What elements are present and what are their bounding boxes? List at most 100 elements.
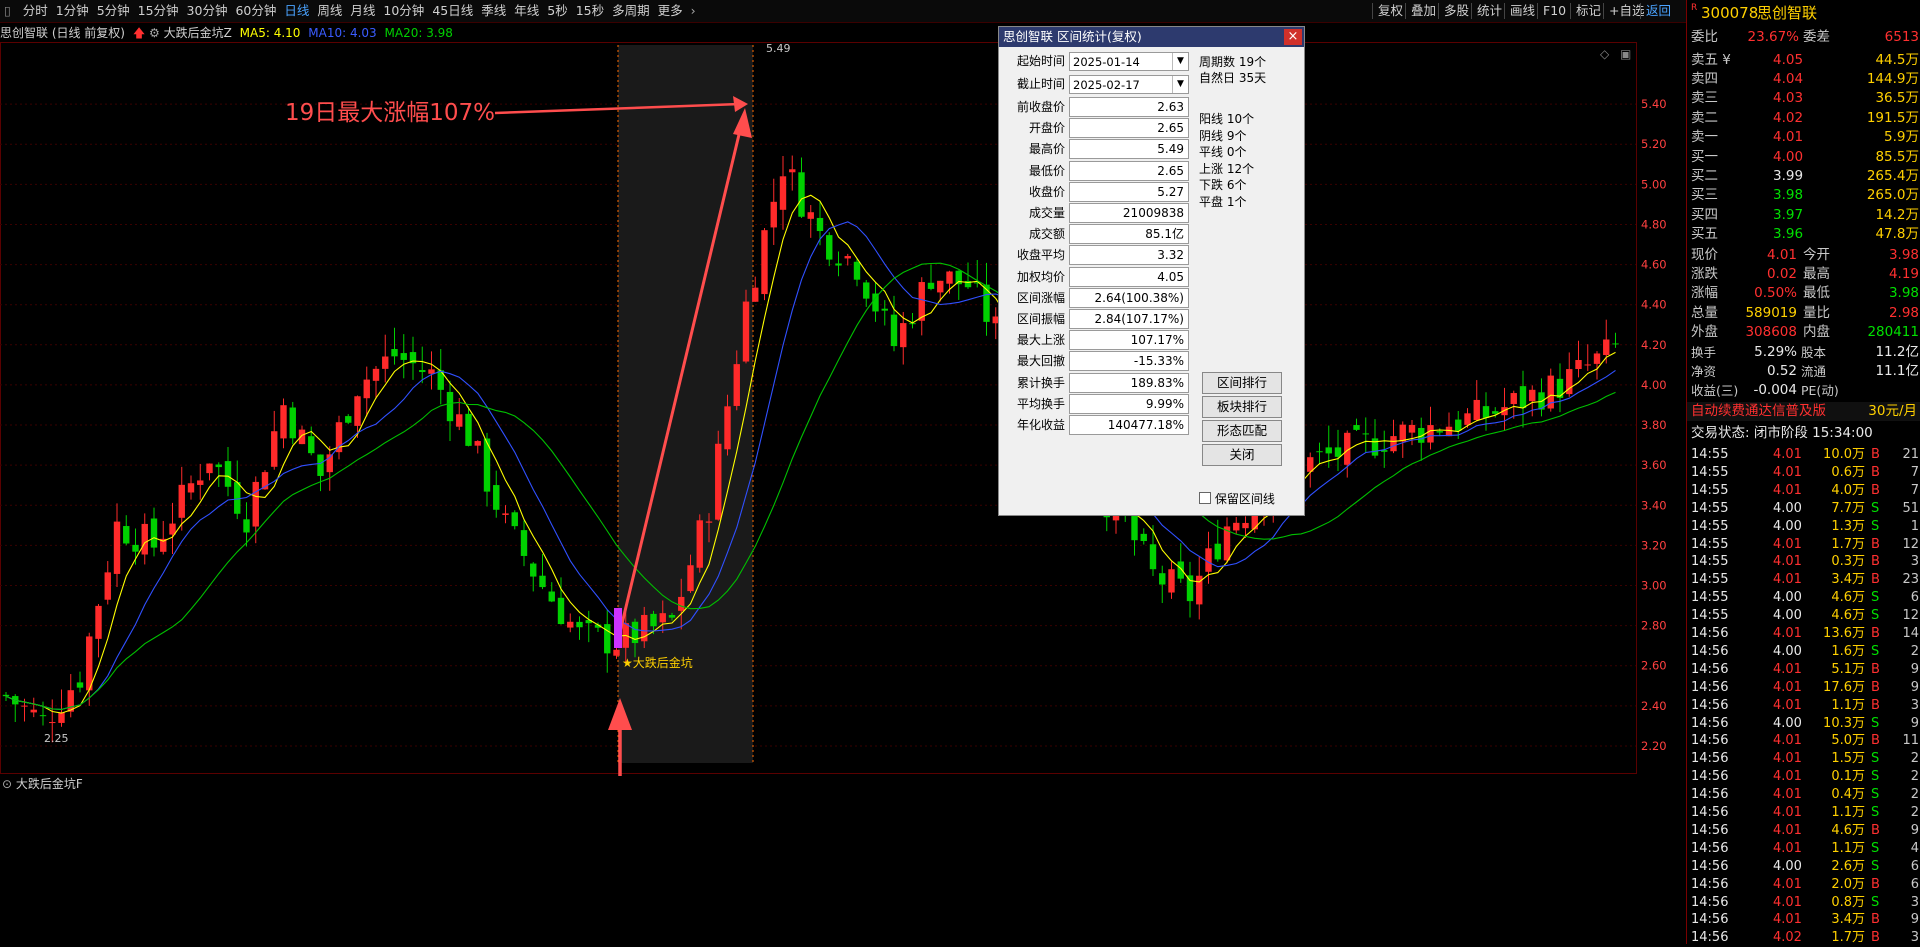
timeframe-15[interactable]: 多周期 — [608, 0, 654, 22]
settings-icon[interactable]: ⚙ — [149, 26, 160, 40]
field-value[interactable]: 2.84(107.17%) — [1069, 309, 1189, 329]
ask-volume: 5.9万 — [1884, 128, 1919, 145]
field-value[interactable]: 9.99% — [1069, 393, 1189, 414]
kline-chart[interactable]: 5.40 5.20 5.00 4.80 4.60 4.40 4.20 4.00 3.80 3.60… — [0, 42, 1686, 776]
field-value[interactable]: 2.65 — [1069, 160, 1189, 181]
end-time-select[interactable]: 2025-02-17 ▼ — [1069, 75, 1189, 94]
candle-body — [215, 464, 222, 468]
tick-price: 4.01 — [1773, 769, 1802, 785]
signal-bar — [614, 608, 622, 648]
candle-body — [197, 480, 204, 485]
field-value[interactable]: 5.49 — [1069, 139, 1189, 160]
tool-2[interactable]: 多股 — [1438, 3, 1474, 19]
window-icon[interactable]: ▣ — [1620, 47, 1631, 61]
candle-body — [659, 613, 666, 623]
candle-body — [474, 441, 481, 446]
stat-label: 总量 — [1691, 304, 1718, 321]
tool-4[interactable]: 画线 — [1504, 3, 1540, 19]
chevron-down-icon[interactable]: ▼ — [1172, 76, 1188, 93]
count-item: 上涨 12个 — [1199, 161, 1255, 176]
timeframe-list: 分时 1分钟 5分钟 15分钟 30分钟 60分钟 日线 周线 月线 10分钟 45日线 季线 年线 5秒… — [19, 3, 700, 18]
promo-banner[interactable]: 自动续费通达信普及版 30元/月 — [1687, 402, 1920, 421]
start-time-select[interactable]: 2025-01-14 ▼ — [1069, 52, 1189, 71]
checkbox[interactable] — [1199, 492, 1211, 504]
dialog-button-2[interactable]: 形态匹配 — [1202, 420, 1282, 442]
tick-side: B — [1871, 679, 1880, 695]
tick-time: 14:56 — [1691, 876, 1729, 892]
candle-body — [58, 712, 65, 723]
stat-label: 涨幅 — [1691, 285, 1718, 302]
tick-price: 4.00 — [1773, 518, 1802, 534]
bid-label: 买二 — [1691, 168, 1718, 185]
field-value[interactable]: 5.27 — [1069, 181, 1189, 202]
field-value[interactable]: 2.63 — [1069, 97, 1189, 117]
chevron-down-icon[interactable]: ▼ — [1172, 53, 1188, 70]
count-item: 阳线 10个 — [1199, 112, 1255, 126]
tick-row: 14:56 4.00 2.6万 S 6 — [1687, 858, 1920, 876]
field-value[interactable]: -15.33% — [1069, 351, 1189, 372]
timeframe-5[interactable]: 60分钟 — [231, 0, 280, 22]
timeframe-2[interactable]: 5分钟 — [93, 0, 134, 22]
field-value[interactable]: 107.17% — [1069, 330, 1189, 351]
count-item: 阴线 9个 — [1199, 128, 1247, 143]
timeframe-13[interactable]: 5秒 — [543, 0, 571, 22]
field-value[interactable]: 2.65 — [1069, 118, 1189, 139]
toolbar-menu-icon[interactable]: ▯ — [0, 0, 15, 22]
field-value[interactable]: 140477.18% — [1069, 415, 1189, 435]
tick-time: 14:56 — [1691, 643, 1729, 659]
stat-value: 0.02 — [1766, 266, 1797, 283]
timeframe-11[interactable]: 季线 — [477, 0, 510, 22]
timeframe-1[interactable]: 1分钟 — [52, 0, 93, 22]
tick-price: 4.01 — [1773, 876, 1802, 892]
more-menu[interactable]: 更多 — [654, 0, 687, 22]
field-value[interactable]: 3.32 — [1069, 245, 1189, 266]
sub-panel-name: 大跌后金坑F — [15, 777, 83, 791]
start-time-value: 2025-01-14 — [1073, 55, 1140, 69]
timeframe-7[interactable]: 周线 — [313, 0, 346, 22]
timeframe-12[interactable]: 年线 — [510, 0, 543, 22]
price-tick: 4.20 — [1641, 338, 1667, 352]
price-axis: 5.40 5.20 5.00 4.80 4.60 4.40 4.20 4.00 3.80 3.60… — [0, 97, 1667, 753]
timeframe-8[interactable]: 月线 — [346, 0, 379, 22]
ask-row: 卖五 ¥ 4.05 44.5万 — [1687, 51, 1920, 70]
field-value[interactable]: 21009838 — [1069, 203, 1189, 223]
diamond-outline-icon[interactable]: ◇ — [1600, 47, 1610, 61]
timeframe-3[interactable]: 15分钟 — [134, 0, 183, 22]
field-value[interactable]: 2.64(100.38%) — [1069, 287, 1189, 308]
tick-time: 14:55 — [1691, 590, 1729, 606]
tool-8[interactable]: 返回 — [1640, 3, 1676, 19]
timeframe-0[interactable]: 分时 — [19, 0, 52, 22]
keep-range-line[interactable]: 保留区间线 — [1199, 491, 1275, 507]
indicator-name[interactable]: 大跌后金坑Z — [164, 26, 232, 40]
timeframe-6[interactable]: 日线 — [280, 0, 313, 22]
field-value[interactable]: 4.05 — [1069, 266, 1189, 287]
timeframe-10[interactable]: 45日线 — [428, 0, 477, 22]
tick-side: S — [1871, 500, 1880, 516]
field-value[interactable]: 189.83% — [1069, 372, 1189, 393]
candle-body — [1159, 573, 1166, 585]
timeframe-14[interactable]: 15秒 — [572, 0, 608, 22]
dialog-button-3[interactable]: 关闭 — [1202, 444, 1282, 466]
ask-price: 4.02 — [1773, 109, 1804, 126]
close-icon[interactable]: × — [1284, 29, 1302, 45]
tool-0[interactable]: 复权 — [1372, 3, 1408, 19]
tick-row: 14:56 4.01 1.5万 S 2 — [1687, 750, 1920, 768]
tool-3[interactable]: 统计 — [1471, 3, 1507, 19]
dialog-button-1[interactable]: 板块排行 — [1202, 396, 1282, 418]
tick-count: 9 — [1910, 822, 1919, 838]
field-value[interactable]: 85.1亿 — [1069, 224, 1189, 245]
candle-body — [1316, 451, 1323, 453]
tool-5[interactable]: F10 — [1537, 3, 1571, 19]
tool-6[interactable]: 标记 — [1570, 3, 1606, 19]
timeframe-4[interactable]: 30分钟 — [183, 0, 232, 22]
chevron-right-icon[interactable]: › — [687, 0, 700, 22]
stat-label: 换手 — [1691, 345, 1717, 360]
timeframe-9[interactable]: 10分钟 — [379, 0, 428, 22]
candle-body — [141, 523, 148, 555]
dialog-button-0[interactable]: 区间排行 — [1202, 372, 1282, 394]
dialog-titlebar[interactable]: 思创智联 区间统计(复权) × — [999, 27, 1304, 47]
candle-body — [280, 405, 287, 439]
collapse-icon[interactable]: ⊙ — [2, 777, 12, 791]
tool-1[interactable]: 叠加 — [1405, 3, 1441, 19]
candle-body — [872, 293, 879, 312]
